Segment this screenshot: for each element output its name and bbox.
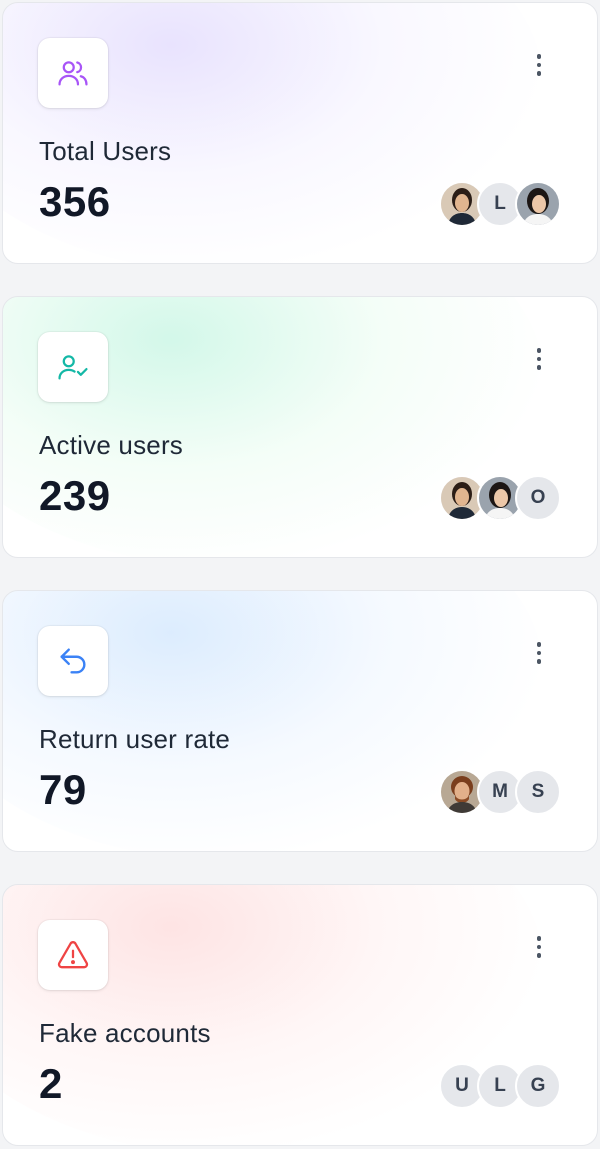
more-options-button[interactable]: [529, 51, 549, 79]
stat-card-active-users[interactable]: Active users 239 O: [2, 296, 598, 558]
stat-card-fake-accounts[interactable]: Fake accounts 2 U L G: [2, 884, 598, 1146]
avatar-group[interactable]: U L G: [439, 1063, 561, 1109]
card-value: 239: [39, 472, 111, 519]
stat-cards-list: Total Users 356 L Active users 239 O Ret…: [0, 0, 600, 1149]
more-options-button[interactable]: [529, 345, 549, 373]
avatar: G: [515, 1063, 561, 1109]
avatar-group[interactable]: M S: [439, 769, 561, 815]
card-value: 356: [39, 178, 111, 225]
stat-card-total-users[interactable]: Total Users 356 L: [2, 2, 598, 264]
card-icon-tile: [38, 920, 108, 990]
card-value: 79: [39, 766, 87, 813]
avatar: O: [515, 475, 561, 521]
card-icon-tile: [38, 332, 108, 402]
avatar: S: [515, 769, 561, 815]
stat-card-return-user-rate[interactable]: Return user rate 79 M S: [2, 590, 598, 852]
users-icon: [58, 61, 88, 86]
more-options-button[interactable]: [529, 639, 549, 667]
avatar: [515, 181, 561, 227]
card-label: Return user rate: [39, 724, 231, 754]
card-icon-tile: [38, 626, 108, 696]
more-options-button[interactable]: [529, 933, 549, 961]
return-arrow-icon: [60, 648, 86, 674]
user-check-icon: [58, 355, 88, 380]
avatar-group[interactable]: O: [439, 475, 561, 521]
card-label: Fake accounts: [39, 1018, 211, 1048]
card-value: 2: [39, 1060, 63, 1107]
avatar-group[interactable]: L: [439, 181, 561, 227]
card-label: Total Users: [39, 136, 172, 166]
card-icon-tile: [38, 38, 108, 108]
card-label: Active users: [39, 430, 184, 460]
warning-triangle-icon: [57, 941, 89, 969]
